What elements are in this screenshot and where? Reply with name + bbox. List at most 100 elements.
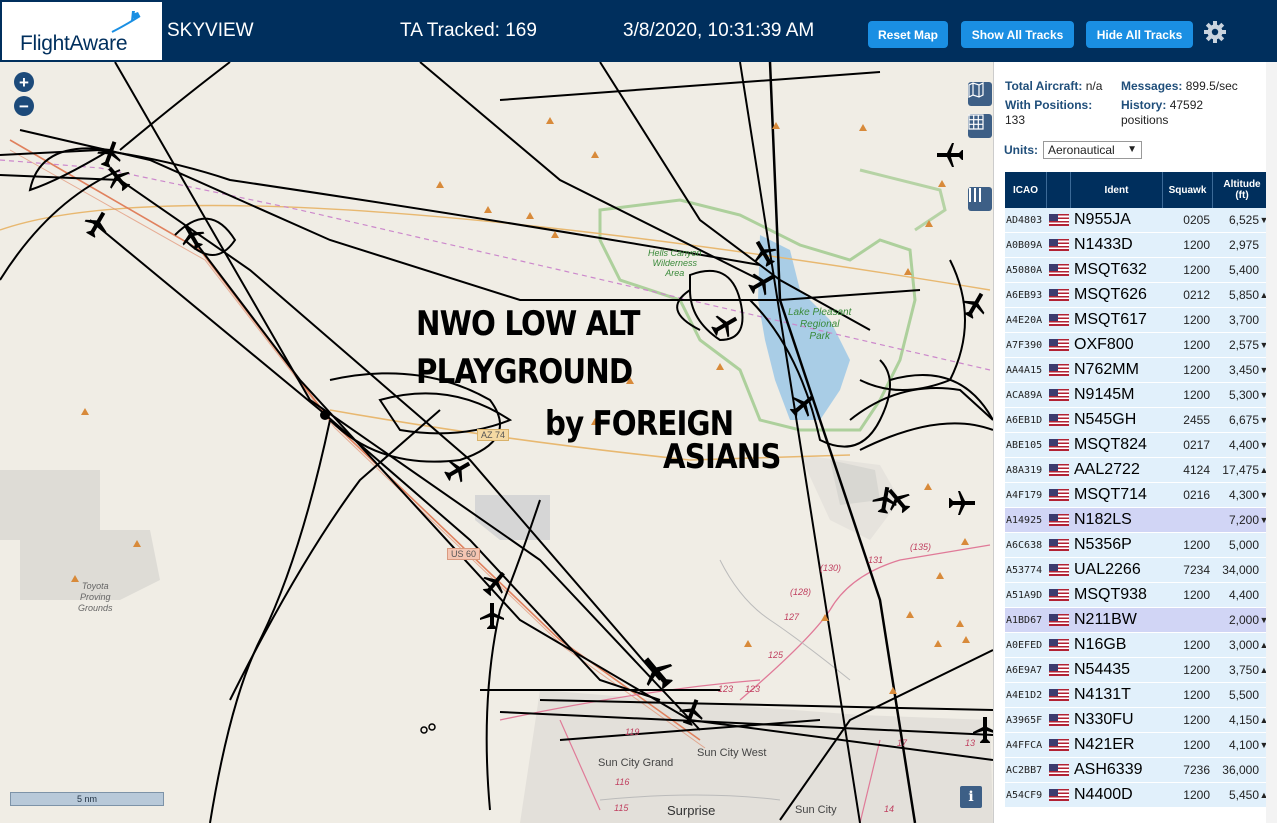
aircraft-row[interactable]: A54CF9 N4400D 1200 5,450 ▲ xyxy=(1005,783,1271,808)
ident-cell: AAL2722 xyxy=(1074,461,1140,478)
show-all-tracks-button[interactable]: Show All Tracks xyxy=(961,21,1074,48)
aircraft-row[interactable]: A4E1D2 N4131T 1200 5,500 xyxy=(1005,683,1271,708)
info-button[interactable]: i xyxy=(960,786,982,808)
icao-cell: A53774 xyxy=(1006,564,1043,576)
aircraft-row[interactable]: A6EB93 MSQT626 0212 5,850 ▲ xyxy=(1005,283,1271,308)
ident-cell: UAL2266 xyxy=(1074,561,1141,578)
aircraft-row[interactable]: A6EB1D N545GH 2455 6,675 ▼ xyxy=(1005,408,1271,433)
altitude-cell: 4,100 ▼ xyxy=(1213,733,1271,757)
icao-cell: A51A9D xyxy=(1006,589,1043,601)
aircraft-row[interactable]: A3965F N330FU 1200 4,150 ▲ xyxy=(1005,708,1271,733)
map-grid-button[interactable] xyxy=(968,114,992,138)
altitude-value: 5,000 xyxy=(1228,538,1259,552)
ident-cell: N54435 xyxy=(1074,661,1131,678)
icao-cell: A4E20A xyxy=(1006,314,1043,326)
route-125-label: 125 xyxy=(768,650,784,660)
icao-cell: A6C638 xyxy=(1006,539,1043,551)
us-flag-icon xyxy=(1049,764,1069,776)
aircraft-row[interactable]: AA4A15 N762MM 1200 3,450 ▼ xyxy=(1005,358,1271,383)
map-layers-button[interactable] xyxy=(968,82,992,106)
flag-cell xyxy=(1047,508,1071,532)
zoom-out-button[interactable]: − xyxy=(14,96,34,116)
aircraft-row[interactable]: A5080A MSQT632 1200 5,400 xyxy=(1005,258,1271,283)
zoom-in-button[interactable]: + xyxy=(14,72,34,92)
altitude-cell: 4,300 ▼ xyxy=(1213,483,1271,507)
aircraft-row[interactable]: A4FFCA N421ER 1200 4,100 ▼ xyxy=(1005,733,1271,758)
toyota-label: Toyota Proving Grounds xyxy=(78,581,113,613)
flag-cell xyxy=(1047,683,1071,707)
flag-cell xyxy=(1047,533,1071,557)
aircraft-row[interactable]: A7F390 OXF800 1200 2,575 ▼ xyxy=(1005,333,1271,358)
squawk-cell: 1200 xyxy=(1183,313,1210,327)
squawk-cell: 7236 xyxy=(1183,763,1210,777)
aircraft-row[interactable]: A53774 UAL2266 7234 34,000 xyxy=(1005,558,1271,583)
flag-cell xyxy=(1047,558,1071,582)
reset-map-button[interactable]: Reset Map xyxy=(868,21,948,48)
icao-column-header[interactable]: ICAO xyxy=(1005,172,1047,208)
ident-cell: N211BW xyxy=(1074,611,1137,628)
altitude-value: 5,300 xyxy=(1228,388,1259,402)
aircraft-row[interactable]: ABE105 MSQT824 0217 4,400 ▼ xyxy=(1005,433,1271,458)
altitude-value: 4,400 xyxy=(1228,588,1259,602)
us-flag-icon xyxy=(1049,489,1069,501)
altitude-cell: 5,400 xyxy=(1213,258,1271,282)
us-flag-icon xyxy=(1049,664,1069,676)
map-scale-bar: 5 nm xyxy=(10,792,164,806)
aircraft-row[interactable]: A0B09A N1433D 1200 2,975 xyxy=(1005,233,1271,258)
route-116-label: 116 xyxy=(615,777,630,787)
ident-cell: N4131T xyxy=(1074,686,1131,703)
aircraft-row[interactable]: A0EFED N16GB 1200 3,000 ▲ xyxy=(1005,633,1271,658)
altitude-value: 4,400 xyxy=(1228,438,1259,452)
altitude-column-header[interactable]: Altitude (ft) xyxy=(1213,172,1271,208)
aircraft-row[interactable]: A6C638 N5356P 1200 5,000 xyxy=(1005,533,1271,558)
squawk-cell: 0212 xyxy=(1183,288,1210,302)
squawk-cell: 1200 xyxy=(1183,388,1210,402)
sidebar-scrollbar[interactable] xyxy=(1266,62,1277,823)
aircraft-row[interactable]: A4E20A MSQT617 1200 3,700 xyxy=(1005,308,1271,333)
flag-cell xyxy=(1047,383,1071,407)
icao-cell: A4F179 xyxy=(1006,489,1043,501)
app-name: SKYVIEW xyxy=(167,20,254,41)
altitude-value: 3,700 xyxy=(1228,313,1259,327)
units-select[interactable]: Aeronautical ▼ xyxy=(1043,141,1142,159)
gear-icon[interactable] xyxy=(1203,20,1227,44)
ident-cell: N762MM xyxy=(1074,361,1139,378)
squawk-cell xyxy=(1163,508,1213,532)
altitude-cell: 2,975 xyxy=(1213,233,1271,257)
aircraft-row[interactable]: AC2BB7 ASH6339 7236 36,000 xyxy=(1005,758,1271,783)
aircraft-table-header: ICAO Ident Squawk Altitude (ft) xyxy=(1005,172,1271,208)
aircraft-row[interactable]: A14925 N182LS 7,200 ▼ xyxy=(1005,508,1271,533)
squawk-cell: 0216 xyxy=(1183,488,1210,502)
altitude-cell: 6,675 ▼ xyxy=(1213,408,1271,432)
aircraft-row[interactable]: AD4803 N955JA 0205 6,525 ▼ xyxy=(1005,208,1271,233)
ident-cell: N16GB xyxy=(1074,636,1127,653)
route-130-label: (130) xyxy=(820,563,842,573)
icao-cell: A4E1D2 xyxy=(1006,689,1043,701)
flag-column-header[interactable] xyxy=(1047,172,1071,208)
aircraft-row[interactable]: A4F179 MSQT714 0216 4,300 ▼ xyxy=(1005,483,1271,508)
us-flag-icon xyxy=(1049,564,1069,576)
columns-icon xyxy=(969,188,981,202)
aircraft-row[interactable]: A1BD67 N211BW 2,000 ▼ xyxy=(1005,608,1271,633)
aircraft-row[interactable]: A8A319 AAL2722 4124 17,475 ▲ xyxy=(1005,458,1271,483)
us-flag-icon xyxy=(1049,514,1069,526)
us-flag-icon xyxy=(1049,314,1069,326)
altitude-value: 6,525 xyxy=(1228,213,1259,227)
altitude-cell: 4,400 xyxy=(1213,583,1271,607)
dropdown-arrow-icon: ▼ xyxy=(1127,144,1137,155)
altitude-value: 5,400 xyxy=(1228,263,1259,277)
aircraft-row[interactable]: A51A9D MSQT938 1200 4,400 xyxy=(1005,583,1271,608)
hide-all-tracks-button[interactable]: Hide All Tracks xyxy=(1086,21,1193,48)
squawk-column-header[interactable]: Squawk xyxy=(1163,172,1213,208)
aircraft-row[interactable]: A6E9A7 N54435 1200 3,750 ▲ xyxy=(1005,658,1271,683)
route-123a-label: 123 xyxy=(718,684,734,694)
icao-cell: A54CF9 xyxy=(1006,789,1043,801)
aircraft-row[interactable]: ACA89A N9145M 1200 5,300 ▼ xyxy=(1005,383,1271,408)
ident-column-header[interactable]: Ident xyxy=(1071,172,1163,208)
map-view[interactable]: Hells Canyon Wilderness Area Lake Pleasa… xyxy=(0,62,993,823)
icao-cell: A0B09A xyxy=(1006,239,1043,251)
toggle-sidebar-button[interactable] xyxy=(968,187,992,211)
flightaware-logo[interactable]: FlightAware xyxy=(2,2,162,60)
ident-cell: MSQT714 xyxy=(1074,486,1147,503)
with-positions-stat: With Positions: 133 xyxy=(1005,98,1093,127)
